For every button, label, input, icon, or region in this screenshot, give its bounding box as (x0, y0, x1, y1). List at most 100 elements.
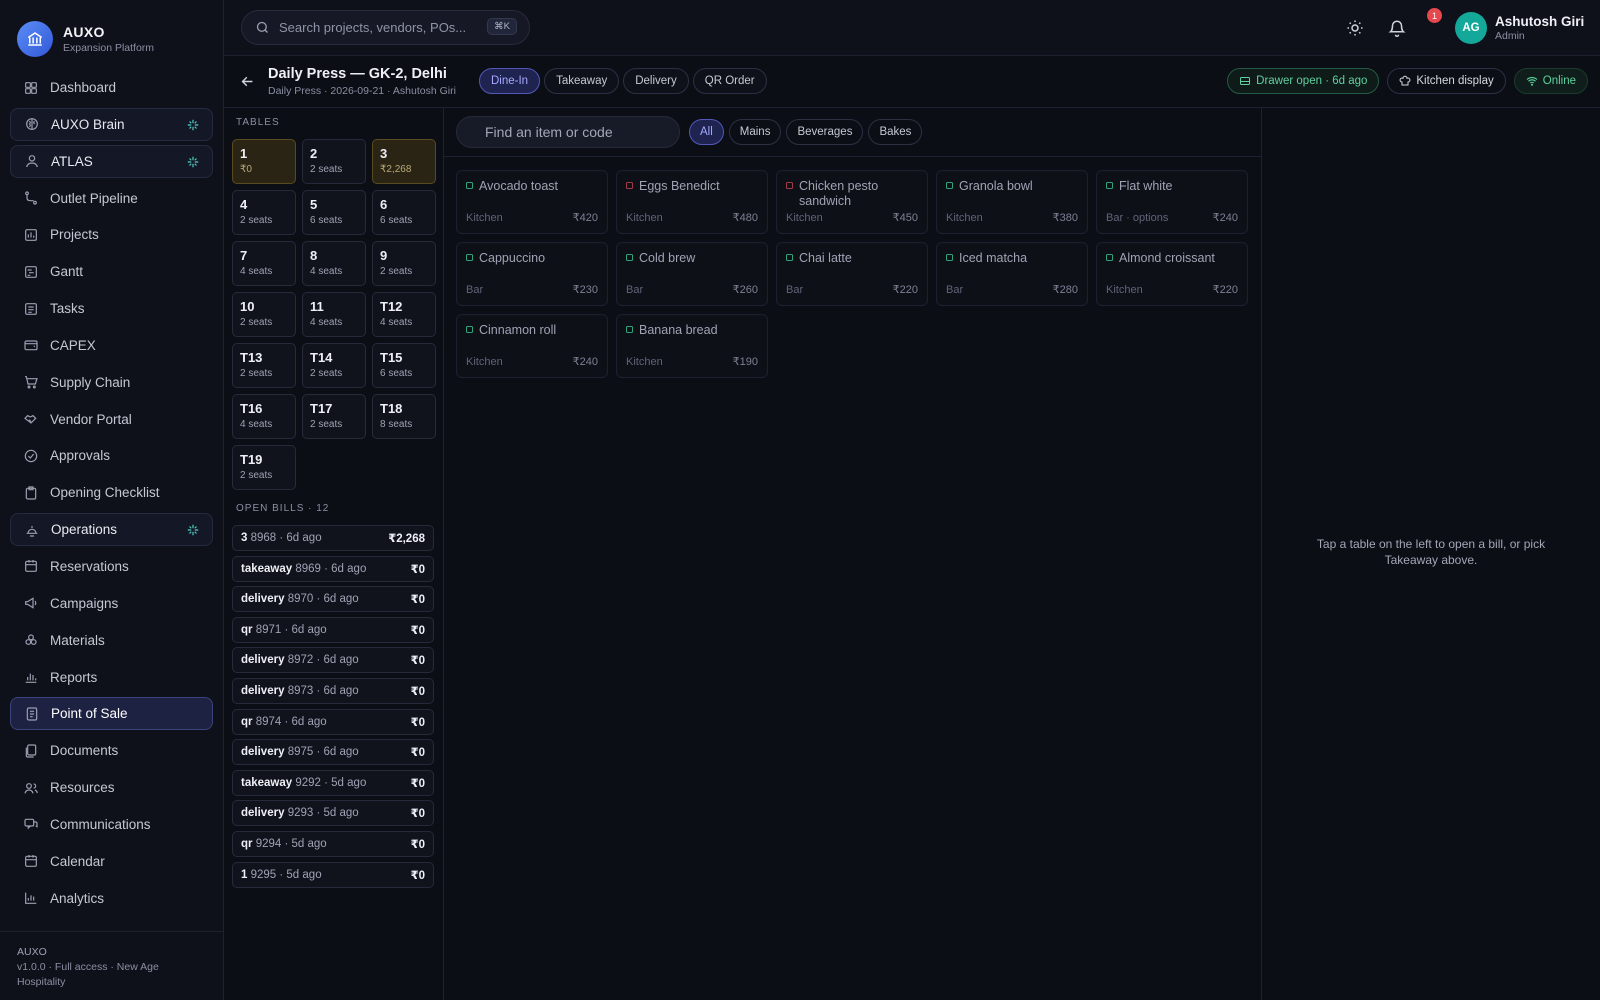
open-bill-row[interactable]: 3 8968 · 6d ago ₹2,268 (232, 525, 434, 551)
menu-item-card[interactable]: Flat white Bar · options ₹240 (1096, 170, 1248, 234)
menu-item-card[interactable]: Granola bowl Kitchen ₹380 (936, 170, 1088, 234)
table-card[interactable]: 8 4 seats (302, 241, 366, 286)
open-bill-row[interactable]: delivery 9293 · 5d ago ₹0 (232, 800, 434, 827)
item-search-input[interactable] (485, 124, 675, 140)
table-card[interactable]: 2 2 seats (302, 139, 366, 184)
table-detail: 2 seats (240, 215, 273, 226)
open-bill-row[interactable]: qr 8974 · 6d ago ₹0 (232, 708, 434, 735)
menu-item-card[interactable]: Iced matcha Bar ₹280 (936, 242, 1088, 306)
table-card[interactable]: T19 2 seats (232, 445, 296, 490)
drawer-status-button[interactable]: Drawer open · 6d ago (1227, 68, 1380, 94)
table-card[interactable]: T16 4 seats (232, 394, 296, 439)
open-bill-row[interactable]: 1 9295 · 5d ago ₹0 (232, 861, 434, 888)
open-bill-row[interactable]: qr 8971 · 6d ago ₹0 (232, 616, 434, 643)
sidebar-item-capex[interactable]: CAPEX (10, 329, 213, 362)
notification-badge: 1 (1427, 8, 1442, 23)
sidebar-item-tasks[interactable]: Tasks (10, 292, 213, 325)
table-card[interactable]: 7 4 seats (232, 241, 296, 286)
table-card[interactable]: T17 2 seats (302, 394, 366, 439)
menu-item-station: Kitchen (466, 212, 503, 224)
menu-item-card[interactable]: Eggs Benedict Kitchen ₹480 (616, 170, 768, 234)
table-card[interactable]: T15 6 seats (372, 343, 436, 388)
sidebar-item-communications[interactable]: Communications (10, 808, 213, 841)
wallet-icon (23, 337, 39, 353)
table-card[interactable]: 6 6 seats (372, 190, 436, 235)
table-card[interactable]: T13 2 seats (232, 343, 296, 388)
tab-dine-in[interactable]: Dine-In (479, 68, 541, 94)
sidebar-item-point-of-sale[interactable]: Point of Sale (10, 697, 213, 731)
sidebar-item-atlas[interactable]: ATLAS (10, 144, 213, 178)
sidebar-item-opening-checklist[interactable]: Opening Checklist (10, 476, 213, 509)
menu-item-card[interactable]: Cappuccino Bar ₹230 (456, 242, 608, 306)
avatar[interactable]: AG (1455, 12, 1487, 44)
table-detail: 4 seats (380, 317, 413, 328)
user-name[interactable]: Ashutosh Giri (1495, 14, 1584, 29)
menu-item-station: Kitchen (946, 212, 983, 224)
bell-icon[interactable] (1388, 19, 1406, 37)
table-card[interactable]: T12 4 seats (372, 292, 436, 337)
global-search[interactable]: ⌘K (241, 10, 530, 45)
sidebar-item-reports[interactable]: Reports (10, 661, 213, 694)
sidebar-item-documents[interactable]: Documents (10, 734, 213, 767)
sidebar-item-gantt[interactable]: Gantt (10, 255, 213, 288)
table-card[interactable]: 11 4 seats (302, 292, 366, 337)
category-mains[interactable]: Mains (728, 119, 782, 145)
table-card[interactable]: 5 6 seats (302, 190, 366, 235)
open-bill-row[interactable]: delivery 8972 · 6d ago ₹0 (232, 647, 434, 674)
table-number: 10 (240, 299, 255, 314)
category-beverages[interactable]: Beverages (786, 119, 864, 145)
table-card[interactable]: 1 ₹0 (232, 139, 296, 184)
sun-icon[interactable] (1346, 19, 1364, 37)
menu-item-card[interactable]: Chicken pesto sandwich Kitchen ₹450 (776, 170, 928, 234)
open-bill-row[interactable]: takeaway 8969 · 6d ago ₹0 (232, 555, 434, 582)
tab-takeaway[interactable]: Takeaway (544, 68, 620, 94)
table-card[interactable]: 3 ₹2,268 (372, 139, 436, 184)
brand[interactable]: AUXO Expansion Platform (17, 21, 154, 57)
open-bill-row[interactable]: qr 9294 · 5d ago ₹0 (232, 830, 434, 857)
sidebar-item-materials[interactable]: Materials (10, 624, 213, 657)
search-shortcut: ⌘K (487, 18, 517, 35)
category-all[interactable]: All (689, 119, 724, 145)
sidebar-item-vendor-portal[interactable]: Vendor Portal (10, 403, 213, 436)
menu-item-card[interactable]: Cold brew Bar ₹260 (616, 242, 768, 306)
sidebar-item-approvals[interactable]: Approvals (10, 439, 213, 472)
open-bill-row[interactable]: delivery 8975 · 6d ago ₹0 (232, 739, 434, 766)
sidebar-item-supply-chain[interactable]: Supply Chain (10, 366, 213, 399)
menu-item-price: ₹260 (732, 284, 758, 296)
search-input[interactable] (279, 20, 489, 35)
table-card[interactable]: 4 2 seats (232, 190, 296, 235)
online-status-badge: Online (1513, 68, 1588, 94)
sidebar-item-projects[interactable]: Projects (10, 218, 213, 251)
sidebar-item-campaigns[interactable]: Campaigns (10, 587, 213, 620)
open-bill-row[interactable]: delivery 8970 · 6d ago ₹0 (232, 586, 434, 613)
open-bill-row[interactable]: takeaway 9292 · 5d ago ₹0 (232, 769, 434, 796)
sidebar-item-auxo-brain[interactable]: AUXO Brain (10, 107, 213, 141)
sidebar-item-reservations[interactable]: Reservations (10, 550, 213, 583)
menu-item-card[interactable]: Cinnamon roll Kitchen ₹240 (456, 314, 608, 378)
back-arrow-icon[interactable] (239, 73, 256, 90)
sidebar-item-label: Gantt (50, 264, 84, 280)
veg-indicator-icon (626, 254, 633, 261)
sidebar-item-calendar[interactable]: Calendar (10, 845, 213, 878)
item-search[interactable] (456, 116, 680, 148)
menu-item-card[interactable]: Avocado toast Kitchen ₹420 (456, 170, 608, 234)
sidebar-item-analytics[interactable]: Analytics (10, 882, 213, 915)
sidebar-item-dashboard[interactable]: Dashboard (10, 71, 213, 104)
sidebar-item-resources[interactable]: Resources (10, 771, 213, 804)
table-card[interactable]: T14 2 seats (302, 343, 366, 388)
menu-item-card[interactable]: Almond croissant Kitchen ₹220 (1096, 242, 1248, 306)
tab-delivery[interactable]: Delivery (623, 68, 689, 94)
table-card[interactable]: T18 8 seats (372, 394, 436, 439)
menu-item-card[interactable]: Chai latte Bar ₹220 (776, 242, 928, 306)
table-number: 3 (380, 146, 388, 161)
menu-item-card[interactable]: Banana bread Kitchen ₹190 (616, 314, 768, 378)
sidebar-item-operations[interactable]: Operations (10, 513, 213, 547)
table-card[interactable]: 9 2 seats (372, 241, 436, 286)
kitchen-display-button[interactable]: Kitchen display (1387, 68, 1506, 94)
category-bakes[interactable]: Bakes (868, 119, 923, 145)
table-card[interactable]: 10 2 seats (232, 292, 296, 337)
tab-qr-order[interactable]: QR Order (692, 68, 767, 94)
open-bill-row[interactable]: delivery 8973 · 6d ago ₹0 (232, 677, 434, 704)
sidebar-item-outlet-pipeline[interactable]: Outlet Pipeline (10, 182, 213, 215)
table-number: 5 (310, 197, 318, 212)
